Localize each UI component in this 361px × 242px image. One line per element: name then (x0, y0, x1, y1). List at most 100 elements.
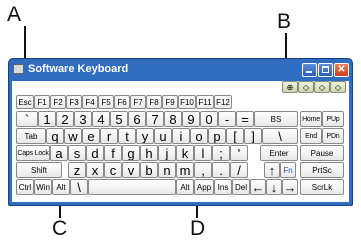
key-q[interactable]: q (46, 128, 64, 144)
key-0[interactable]: 0 (200, 111, 218, 127)
key-p[interactable]: p (208, 128, 226, 144)
key-minus[interactable]: - (218, 111, 236, 127)
key-f[interactable]: f (104, 145, 122, 161)
key-d[interactable]: d (86, 145, 104, 161)
key-n[interactable]: n (158, 162, 176, 178)
key-spacebar[interactable] (88, 179, 176, 195)
key-backspace[interactable]: BS (254, 111, 298, 127)
key-pageup[interactable]: PUp (322, 111, 344, 127)
key-e[interactable]: e (82, 128, 100, 144)
key-arrow-down[interactable]: ↓ (266, 179, 282, 195)
key-backtick[interactable]: ` (16, 111, 38, 127)
key-delete[interactable]: Del (232, 179, 250, 195)
key-w[interactable]: w (64, 128, 82, 144)
key-o[interactable]: o (190, 128, 208, 144)
key-fn[interactable]: Fn (280, 162, 296, 178)
key-esc[interactable]: Esc (16, 95, 34, 109)
icon-button-2[interactable]: ◇ (298, 81, 314, 93)
key-pause[interactable]: Pause (300, 145, 344, 161)
keyboard-app-icon (13, 64, 24, 74)
key-k[interactable]: k (176, 145, 194, 161)
key-f1[interactable]: F1 (34, 95, 50, 109)
key-v[interactable]: v (122, 162, 140, 178)
key-ctrl[interactable]: Ctrl (16, 179, 34, 195)
key-f3[interactable]: F3 (66, 95, 82, 109)
key-tab[interactable]: Tab (16, 128, 46, 144)
key-enter[interactable]: Enter (260, 145, 298, 161)
key-left-bracket[interactable]: [ (226, 128, 244, 144)
key-6[interactable]: 6 (128, 111, 146, 127)
key-t[interactable]: t (118, 128, 136, 144)
key-period[interactable]: . (212, 162, 230, 178)
key-u[interactable]: u (154, 128, 172, 144)
key-f10[interactable]: F10 (178, 95, 196, 109)
callout-b: B (277, 10, 292, 33)
key-3[interactable]: 3 (74, 111, 92, 127)
key-4[interactable]: 4 (92, 111, 110, 127)
key-semicolon[interactable]: ; (212, 145, 230, 161)
close-button[interactable]: ✕ (334, 63, 349, 77)
key-alt-right[interactable]: Alt (176, 179, 194, 195)
key-l[interactable]: l (194, 145, 212, 161)
key-prtsc[interactable]: PrtSc (300, 162, 344, 178)
key-f6[interactable]: F6 (114, 95, 130, 109)
key-scroll-lock[interactable]: ScrLk (300, 179, 344, 195)
title-bar[interactable]: Software Keyboard ✕ (9, 59, 352, 95)
key-a[interactable]: a (50, 145, 68, 161)
key-y[interactable]: y (136, 128, 154, 144)
key-h[interactable]: h (140, 145, 158, 161)
key-f11[interactable]: F11 (196, 95, 214, 109)
key-app[interactable]: App (194, 179, 214, 195)
software-keyboard-window: Software Keyboard ✕ ⊕ ◇ ◇ ◇ Esc F1 F2 F3… (8, 58, 353, 206)
key-pagedown[interactable]: PDn (322, 128, 344, 144)
key-end[interactable]: End (300, 128, 322, 144)
key-f12[interactable]: F12 (214, 95, 232, 109)
key-quote[interactable]: ' (230, 145, 248, 161)
key-9[interactable]: 9 (182, 111, 200, 127)
key-b[interactable]: b (140, 162, 158, 178)
key-i[interactable]: i (172, 128, 190, 144)
key-m[interactable]: m (176, 162, 194, 178)
key-f2[interactable]: F2 (50, 95, 66, 109)
key-arrow-up[interactable]: ↑ (264, 162, 280, 178)
key-f9[interactable]: F9 (162, 95, 178, 109)
key-right-bracket[interactable]: ] (244, 128, 262, 144)
key-backslash-bottom[interactable]: \ (70, 179, 88, 195)
callout-c: C (52, 217, 68, 240)
window-title: Software Keyboard (28, 63, 129, 75)
key-8[interactable]: 8 (164, 111, 182, 127)
key-r[interactable]: r (100, 128, 118, 144)
key-comma[interactable]: , (194, 162, 212, 178)
key-f7[interactable]: F7 (130, 95, 146, 109)
key-f5[interactable]: F5 (98, 95, 114, 109)
key-home[interactable]: Home (300, 111, 322, 127)
key-shift[interactable]: Shift (16, 162, 62, 178)
key-arrow-right[interactable]: → (282, 179, 298, 195)
key-win[interactable]: Win (34, 179, 52, 195)
maximize-button[interactable] (318, 63, 333, 77)
icon-button-4[interactable]: ◇ (330, 81, 346, 93)
key-g[interactable]: g (122, 145, 140, 161)
key-5[interactable]: 5 (110, 111, 128, 127)
key-insert[interactable]: Ins (214, 179, 232, 195)
icon-button-1[interactable]: ⊕ (282, 81, 298, 93)
key-slash[interactable]: / (230, 162, 248, 178)
minimize-button[interactable] (302, 63, 317, 77)
key-z[interactable]: z (68, 162, 86, 178)
key-s[interactable]: s (68, 145, 86, 161)
key-arrow-left[interactable]: ← (250, 179, 266, 195)
key-x[interactable]: x (86, 162, 104, 178)
key-j[interactable]: j (158, 145, 176, 161)
key-2[interactable]: 2 (56, 111, 74, 127)
key-1[interactable]: 1 (38, 111, 56, 127)
key-f8[interactable]: F8 (146, 95, 162, 109)
key-c[interactable]: c (104, 162, 122, 178)
key-alt-left[interactable]: Alt (52, 179, 70, 195)
key-equals[interactable]: = (236, 111, 254, 127)
key-7[interactable]: 7 (146, 111, 164, 127)
key-caps-lock[interactable]: Caps Lock (16, 145, 50, 161)
key-backslash[interactable]: \ (262, 128, 298, 144)
icon-button-3[interactable]: ◇ (314, 81, 330, 93)
key-f4[interactable]: F4 (82, 95, 98, 109)
maximize-icon (322, 66, 329, 73)
